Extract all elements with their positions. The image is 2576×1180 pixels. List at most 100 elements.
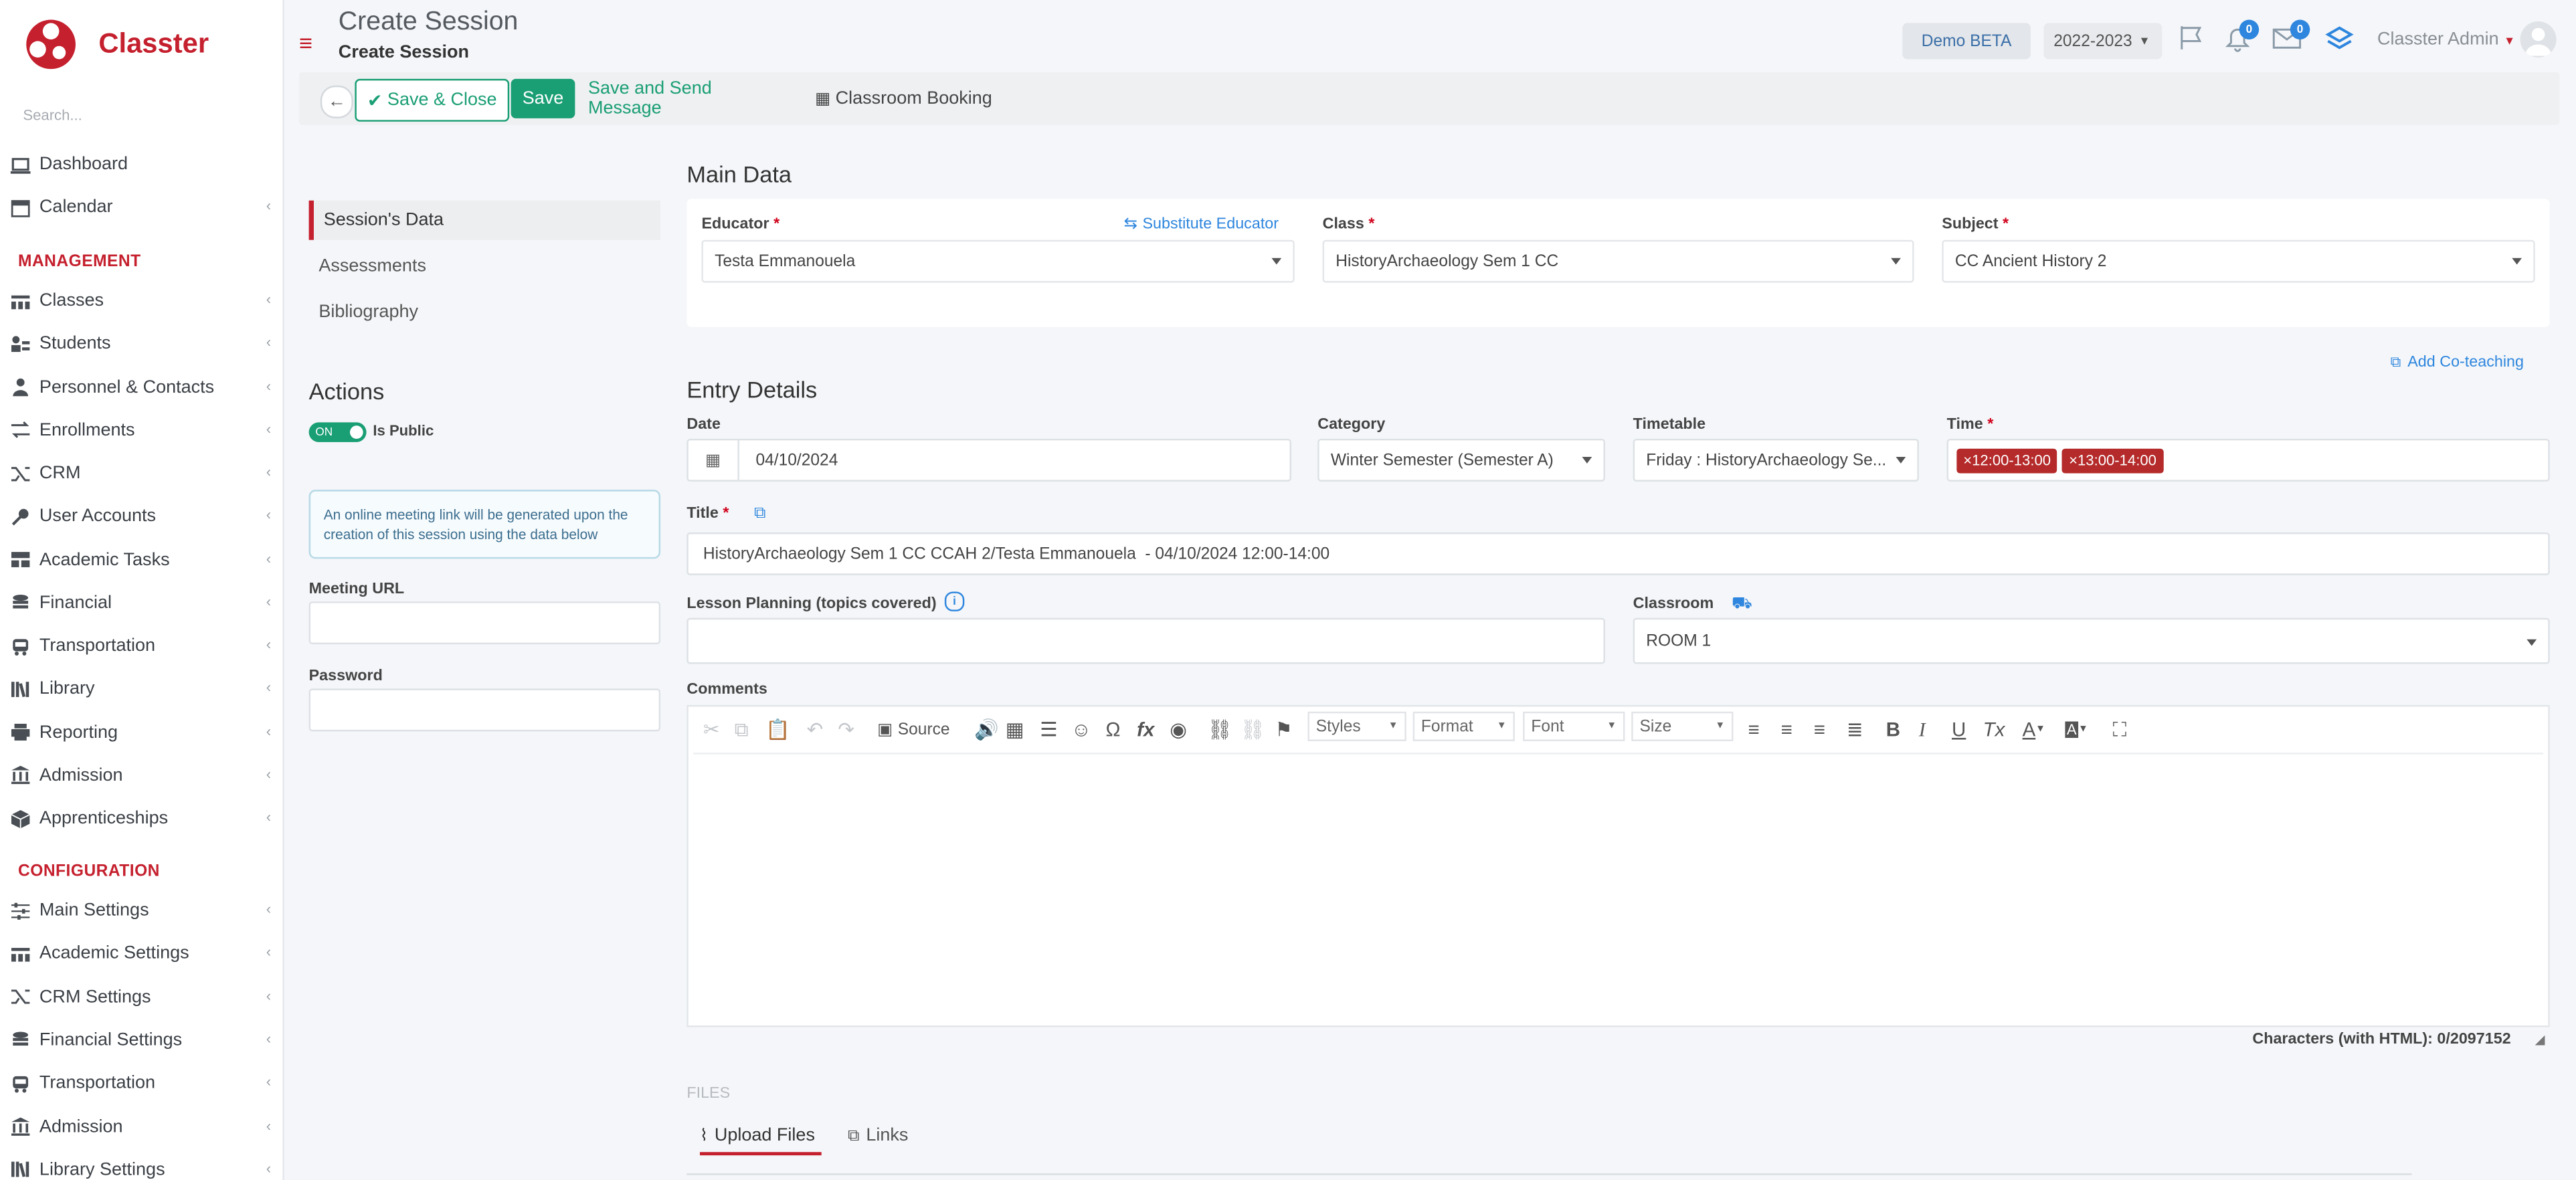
tab-sessions-data[interactable]: Session's Data — [308, 200, 661, 240]
sidebar-item-dashboard[interactable]: Dashboard — [0, 144, 282, 184]
lesson-planning-input[interactable] — [686, 617, 1605, 664]
bold-icon[interactable]: B — [1886, 718, 1900, 741]
maximize-icon[interactable]: ⛶ — [2113, 717, 2127, 741]
password-input[interactable] — [308, 688, 661, 732]
add-coteaching-link[interactable]: ⧉ Add Co-teaching — [2391, 353, 2524, 371]
save-close-button[interactable]: ✔ Save & Close — [355, 78, 510, 122]
tab-assessments[interactable]: Assessments — [309, 247, 660, 286]
timetable-select[interactable]: Friday : HistoryArchaeology Se... — [1633, 438, 1919, 482]
time-label: Time * — [1946, 415, 1994, 434]
link-icon[interactable]: ⛓ — [1208, 718, 1232, 741]
tab-upload-files[interactable]: ⌇ Upload Files — [700, 1119, 822, 1156]
sidebar-config-admission[interactable]: Admission ‹ — [0, 1107, 282, 1147]
classroom-select[interactable]: ROOM 1 — [1633, 617, 2550, 664]
undo-icon[interactable]: ↶ — [807, 718, 824, 741]
sidebar-item-enrollments[interactable]: Enrollments ‹ — [0, 411, 282, 450]
clear-format-icon[interactable]: Tx — [1983, 718, 2005, 741]
sidebar-item-reporting[interactable]: Reporting ‹ — [0, 712, 282, 752]
sidebar-item-label: Academic Settings — [39, 943, 189, 964]
styles-dropdown[interactable]: Styles ▼ — [1307, 711, 1406, 742]
user-menu[interactable]: Classter Admin ▼ — [2377, 29, 2515, 49]
sidebar-item-personnel-contacts[interactable]: Personnel & Contacts ‹ — [0, 367, 282, 407]
italic-icon[interactable]: I — [1919, 717, 1926, 741]
align-left-icon[interactable]: ≡ — [1748, 718, 1760, 741]
flag-icon[interactable] — [2179, 25, 2208, 51]
cut-icon[interactable]: ✂ — [703, 718, 720, 741]
save-send-message-button[interactable]: Save and Send Message — [588, 79, 789, 118]
align-center-icon[interactable]: ≡ — [1781, 718, 1792, 741]
audio-icon[interactable]: 🔊 — [974, 718, 999, 741]
size-dropdown[interactable]: Size ▼ — [1631, 711, 1734, 742]
sidebar-config-financial-settings[interactable]: Financial Settings ‹ — [0, 1020, 282, 1060]
time-tag[interactable]: ×12:00-13:00 — [1956, 448, 2057, 473]
time-multiselect[interactable]: ×12:00-13:00 ×13:00-14:00 — [1946, 438, 2550, 482]
env-badge[interactable]: Demo BETA — [1902, 23, 2031, 60]
font-dropdown[interactable]: Font ▼ — [1523, 711, 1625, 742]
align-justify-icon[interactable]: ≣ — [1847, 718, 1863, 741]
sidebar-item-academic-tasks[interactable]: Academic Tasks ‹ — [0, 540, 282, 579]
sidebar-config-transportation[interactable]: Transportation ‹ — [0, 1064, 282, 1103]
sidebar-config-main-settings[interactable]: Main Settings ‹ — [0, 891, 282, 930]
source-button[interactable]: ▣ Source — [877, 718, 949, 741]
substitute-educator-link[interactable]: ⇆ Substitute Educator — [1123, 215, 1279, 233]
sidebar-config-library-settings[interactable]: Library Settings ‹ — [0, 1150, 282, 1180]
sidebar-item-admission[interactable]: Admission ‹ — [0, 756, 282, 795]
meeting-url-input[interactable] — [308, 601, 661, 645]
sidebar-item-calendar[interactable]: Calendar ‹ — [0, 188, 282, 227]
back-arrow-icon[interactable]: ← — [320, 85, 353, 118]
omega-icon[interactable]: Ω — [1105, 718, 1120, 741]
menu-toggle-icon[interactable]: ≡ — [299, 29, 312, 56]
format-dropdown[interactable]: Format ▼ — [1412, 711, 1515, 742]
avatar[interactable] — [2520, 21, 2557, 58]
calendar-icon[interactable]: ▦ — [688, 440, 739, 480]
sidebar-item-crm[interactable]: CRM ‹ — [0, 454, 282, 493]
copy-icon[interactable]: ⧉ — [754, 504, 766, 522]
year-select[interactable]: 2022-2023 ▼ — [2043, 23, 2163, 60]
background-color-icon[interactable]: A ▼ — [2065, 718, 2088, 741]
educator-select[interactable]: Testa Emmanouela — [701, 239, 1295, 283]
sidebar-item-label: Financial Settings — [39, 1030, 183, 1050]
sidebar-item-library[interactable]: Library ‹ — [0, 670, 282, 709]
date-input[interactable]: ▦ 04/10/2024 — [686, 438, 1291, 482]
align-right-icon[interactable]: ≡ — [1814, 718, 1825, 741]
sidebar-item-students[interactable]: Students ‹ — [0, 324, 282, 364]
text-color-icon[interactable]: A ▼ — [2023, 718, 2045, 741]
sidebar-config-crm-settings[interactable]: CRM Settings ‹ — [0, 977, 282, 1017]
source-label: Source — [897, 720, 950, 739]
sidebar-item-user-accounts[interactable]: User Accounts ‹ — [0, 497, 282, 536]
globe-icon[interactable]: ◉ — [1170, 718, 1187, 741]
tab-bibliography[interactable]: Bibliography — [309, 292, 660, 332]
smiley-icon[interactable]: ☺ — [1071, 718, 1091, 741]
unlink-icon[interactable]: ⛓ — [1240, 718, 1265, 741]
horizontal-line-icon[interactable]: ☰ — [1040, 718, 1057, 741]
formula-icon[interactable]: fx — [1137, 718, 1154, 741]
sidebar-item-classes[interactable]: Classes ‹ — [0, 281, 282, 320]
info-icon[interactable]: i — [944, 591, 965, 611]
sidebar-item-label: User Accounts — [39, 506, 157, 526]
sidebar-item-transportation[interactable]: Transportation ‹ — [0, 626, 282, 666]
copy-icon[interactable]: ⧉ — [735, 717, 749, 741]
subject-select[interactable]: CC Ancient History 2 — [1942, 239, 2535, 283]
tab-links[interactable]: ⧉ Links — [848, 1119, 908, 1152]
classroom-value: ROOM 1 — [1646, 631, 1712, 650]
sidebar-item-apprenticeships[interactable]: Apprenticeships ‹ — [0, 799, 282, 838]
table-icon[interactable]: ▦ — [1006, 718, 1024, 741]
sidebar-search-input[interactable]: Search... — [23, 107, 82, 124]
paste-icon[interactable]: 📋 — [765, 718, 790, 741]
class-select[interactable]: HistoryArchaeology Sem 1 CC — [1322, 239, 1914, 283]
title-input[interactable]: HistoryArchaeology Sem 1 CC CCAH 2/Testa… — [686, 532, 2550, 575]
classroom-booking-button[interactable]: ▦ Classroom Booking — [812, 79, 996, 118]
anchor-flag-icon[interactable]: ⚑ — [1275, 718, 1292, 741]
category-select[interactable]: Winter Semester (Semester A) — [1317, 438, 1605, 482]
classroom-vehicle-icon[interactable]: ⛟ — [1732, 595, 1752, 616]
save-button[interactable]: Save — [511, 78, 575, 118]
time-tag[interactable]: ×13:00-14:00 — [2062, 448, 2163, 473]
resize-handle-icon[interactable] — [2535, 1035, 2545, 1046]
layers-icon[interactable] — [2324, 25, 2354, 54]
sidebar-config-academic-settings[interactable]: Academic Settings ‹ — [0, 934, 282, 973]
is-public-toggle[interactable]: ON — [308, 422, 367, 442]
underline-icon[interactable]: U — [1952, 718, 1966, 741]
chevron-down-icon — [1896, 456, 1906, 464]
sidebar-item-financial[interactable]: Financial ‹ — [0, 583, 282, 623]
redo-icon[interactable]: ↷ — [838, 718, 854, 741]
